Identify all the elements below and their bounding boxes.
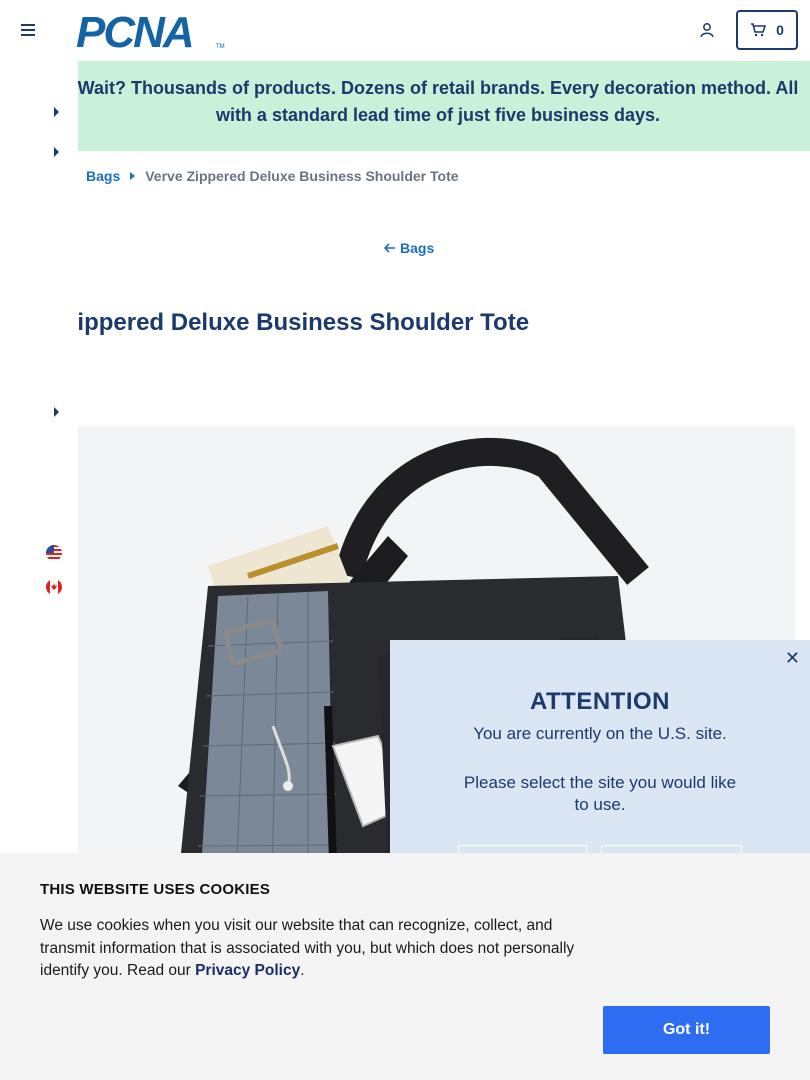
product-title: Verve Zippered Deluxe Business Shoulder … <box>78 309 530 336</box>
hamburger-menu-icon[interactable] <box>21 24 35 36</box>
back-to-bags-link[interactable]: Bags <box>384 240 434 256</box>
cookie-body: We use cookies when you visit our websit… <box>40 915 610 983</box>
back-link-label: Bags <box>400 240 435 256</box>
close-icon[interactable]: ✕ <box>785 648 800 669</box>
rail-expand-arrow-icon[interactable] <box>54 107 59 117</box>
region-attention-modal: ✕ ATTENTION You are currently on the U.S… <box>390 640 810 881</box>
breadcrumb-separator-icon <box>130 172 136 180</box>
account-icon[interactable] <box>699 22 715 38</box>
svg-text:TM: TM <box>216 44 225 50</box>
promo-text: Wait? Thousands of products. Dozens of r… <box>78 78 799 125</box>
rail-expand-arrow-icon[interactable] <box>54 147 59 157</box>
cookie-period: . <box>300 962 305 979</box>
svg-text:PCNA: PCNA <box>76 11 193 51</box>
privacy-policy-link[interactable]: Privacy Policy <box>195 962 300 979</box>
cookie-banner: THIS WEBSITE USES COOKIES We use cookies… <box>0 853 810 1080</box>
promo-banner: Wait? Thousands of products. Dozens of r… <box>78 61 810 151</box>
cart-count: 0 <box>776 22 784 38</box>
cookie-title: THIS WEBSITE USES COOKIES <box>40 881 271 898</box>
cookie-body-text: We use cookies when you visit our websit… <box>40 917 575 979</box>
breadcrumb: Bags Verve Zippered Deluxe Business Shou… <box>86 168 459 184</box>
attention-select-site-text: Please select the site you would like to… <box>463 773 737 814</box>
canada-flag-icon[interactable] <box>46 579 62 595</box>
pcna-logo-mark: PCNA TM <box>76 8 225 57</box>
breadcrumb-bags-link[interactable]: Bags <box>86 168 120 184</box>
site-header: PCNA TM 0 <box>0 0 810 61</box>
rail-expand-arrow-icon[interactable] <box>54 407 59 417</box>
cart-icon <box>751 23 767 37</box>
attention-current-site-text: You are currently on the U.S. site. <box>473 724 727 743</box>
arrow-left-icon <box>384 243 395 253</box>
pcna-logo[interactable]: PCNA TM <box>76 8 226 57</box>
cart-button[interactable]: 0 <box>736 10 798 50</box>
attention-title: ATTENTION <box>529 688 671 715</box>
product-title-wrapper: Verve Zippered Deluxe Business Shoulder … <box>78 300 778 350</box>
breadcrumb-current: Verve Zippered Deluxe Business Shoulder … <box>145 168 459 184</box>
accept-cookies-button[interactable]: Got it! <box>603 1006 770 1054</box>
us-flag-icon[interactable] <box>46 545 62 561</box>
